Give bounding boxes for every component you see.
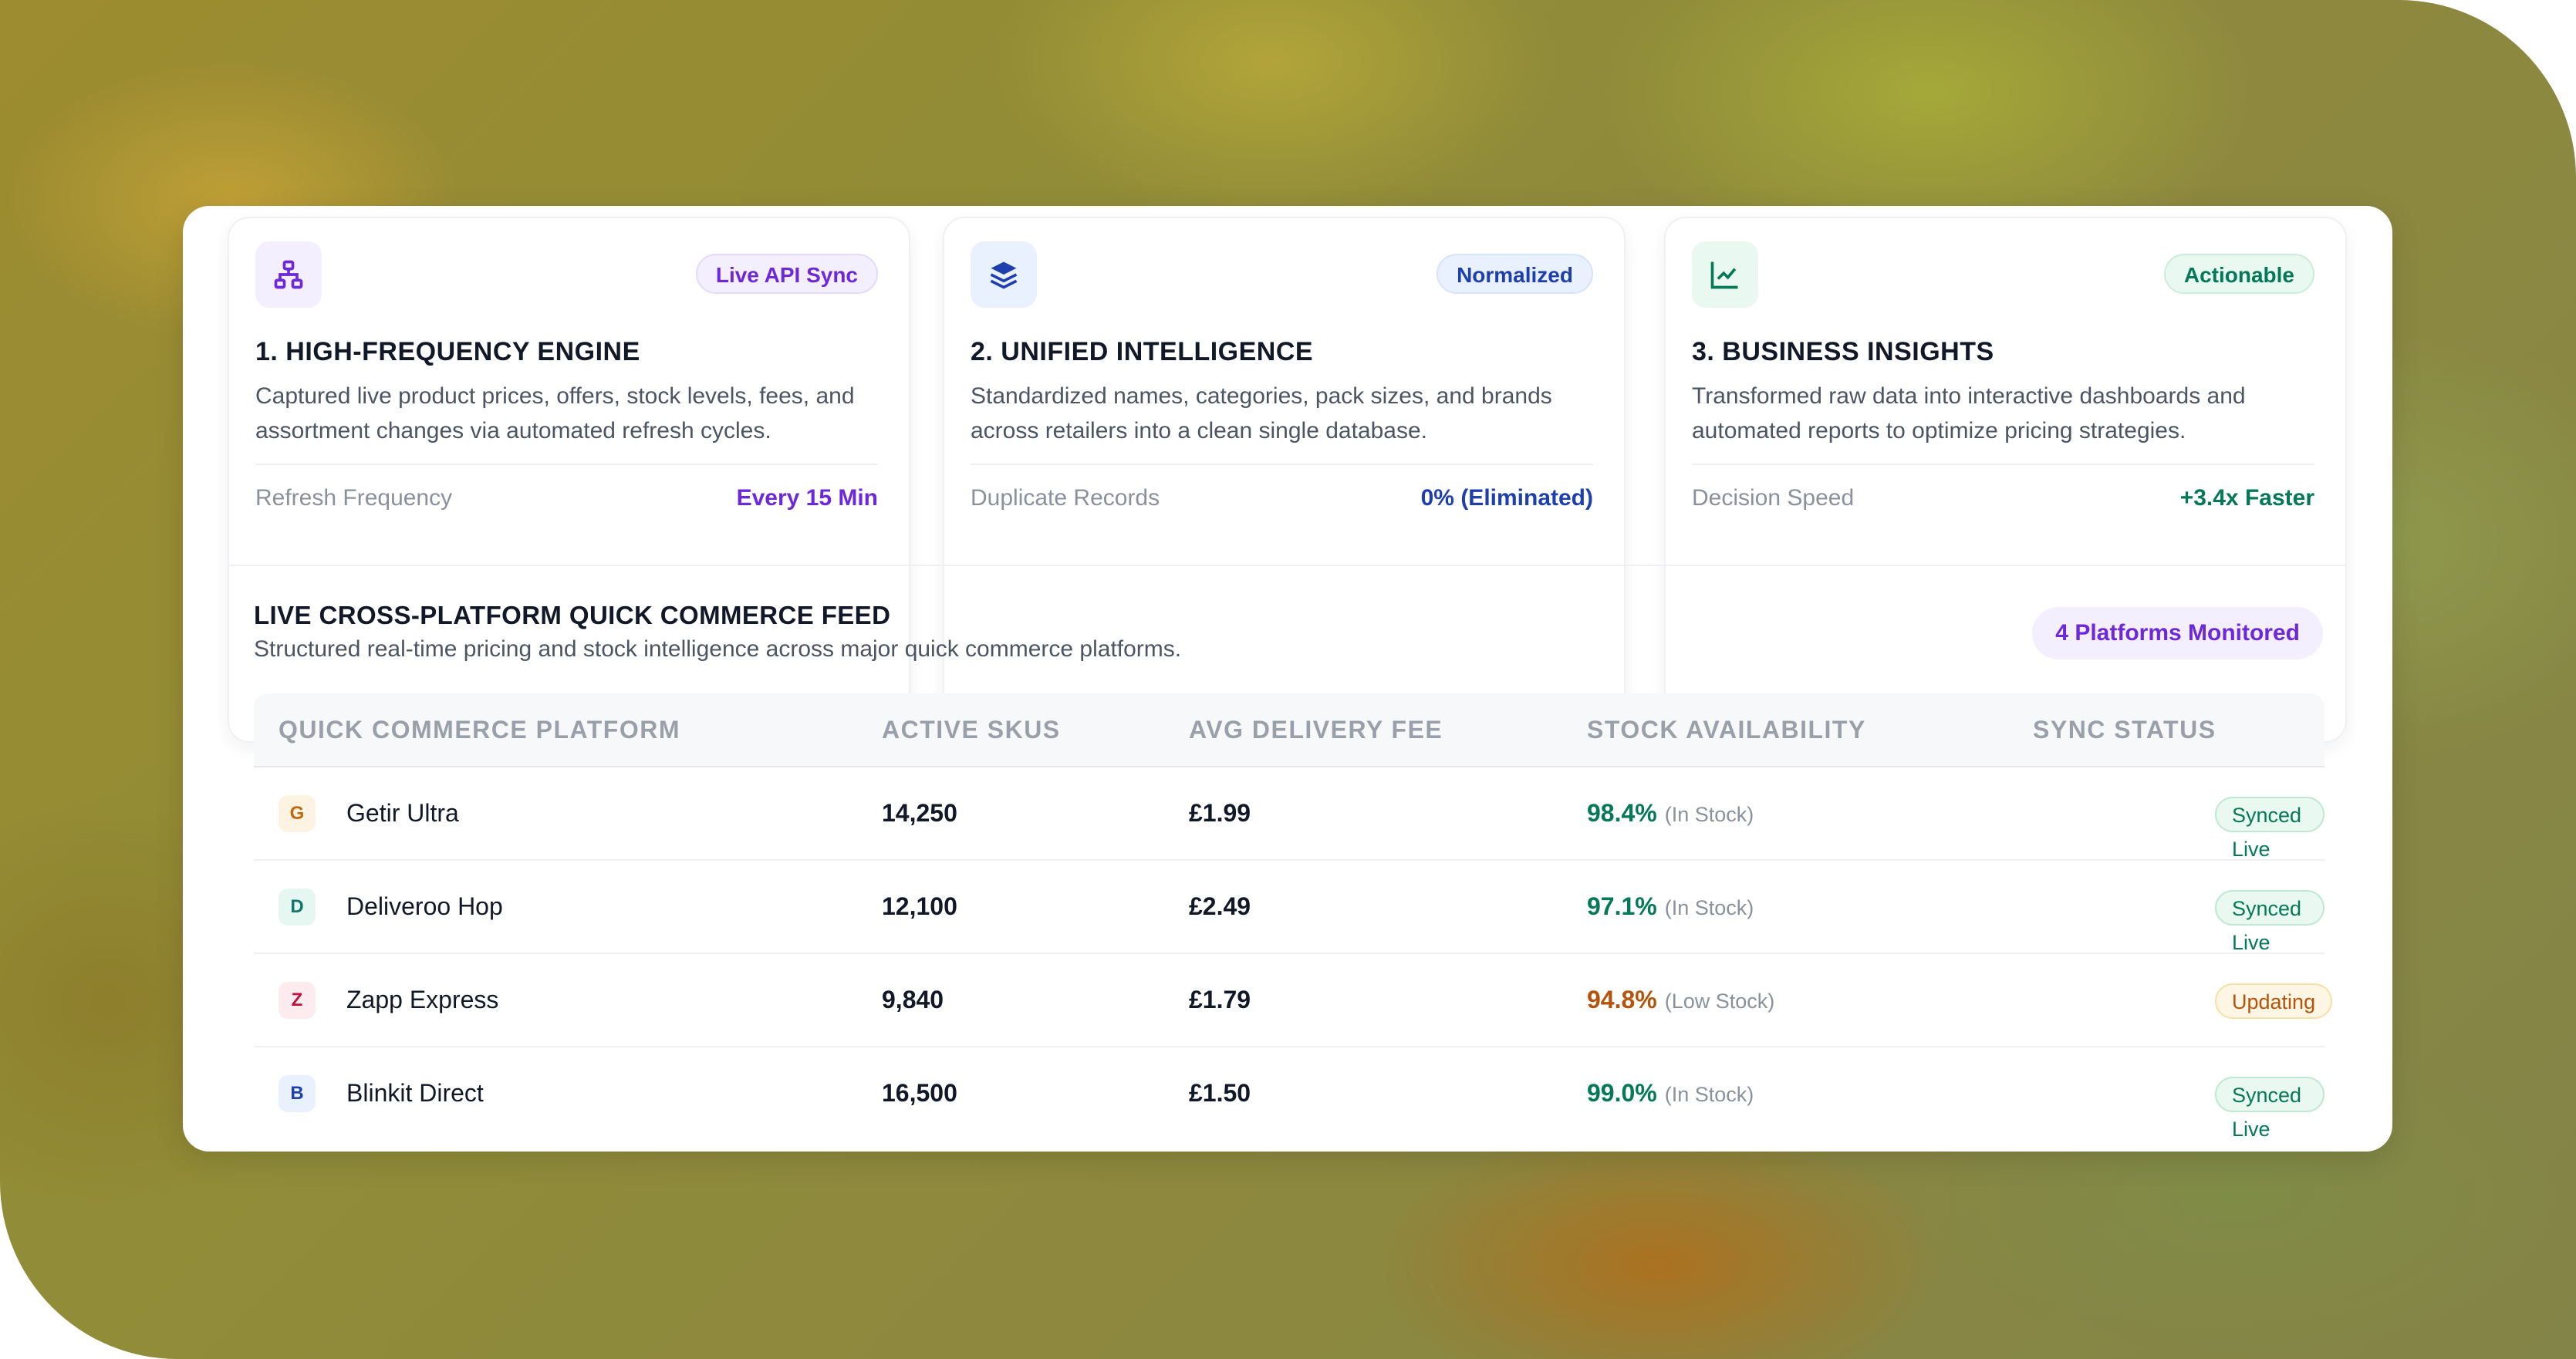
metric-value: +3.4x Faster — [2179, 485, 2314, 511]
status-badge: Live API Sync — [695, 254, 878, 294]
stock-note: (In Stock) — [1664, 803, 1754, 826]
dashboard-card: Live API Sync 1. HIGH-FREQUENCY ENGINE C… — [183, 206, 2392, 1152]
platform-initial-icon: B — [279, 1075, 316, 1112]
table-row[interactable]: D Deliveroo Hop 12,100 £2.49 97.1% (In St… — [254, 861, 2324, 954]
delivery-fee: £1.79 — [1189, 986, 1251, 1013]
active-skus: 12,100 — [882, 892, 957, 920]
stock-note: (Low Stock) — [1664, 990, 1775, 1013]
sync-status-badge: Synced Live — [2215, 1077, 2324, 1141]
layers-icon — [971, 241, 1037, 308]
platform-initial-icon: D — [279, 889, 316, 926]
platform-name: Zapp Express — [346, 986, 499, 1013]
feature-card-high-frequency: Live API Sync 1. HIGH-FREQUENCY ENGINE C… — [228, 217, 910, 743]
platform-name: Deliveroo Hop — [346, 892, 503, 920]
table-header: QUICK COMMERCE PLATFORM ACTIVE SKUS AVG … — [254, 693, 2324, 767]
status-badge: Actionable — [2163, 254, 2314, 294]
feature-description: Captured live product prices, offers, st… — [255, 383, 855, 443]
metric-label: Decision Speed — [1692, 485, 1855, 511]
status-badge: Normalized — [1437, 254, 1593, 294]
divider — [971, 464, 1593, 465]
stock-value: 99.0% — [1587, 1079, 1657, 1107]
platform-initial-icon: G — [279, 795, 316, 832]
column-header-platform: QUICK COMMERCE PLATFORM — [279, 716, 680, 744]
platform-name: Getir Ultra — [346, 799, 459, 827]
column-header-sync-status: SYNC STATUS — [2033, 716, 2216, 744]
stock-value: 98.4% — [1587, 799, 1657, 827]
delivery-fee: £1.99 — [1189, 799, 1251, 827]
column-header-skus: ACTIVE SKUS — [882, 716, 1061, 744]
chart-line-icon — [1692, 241, 1758, 308]
stock-availability: 99.0% (In Stock) — [1587, 1047, 1754, 1139]
delivery-fee: £1.50 — [1189, 1079, 1251, 1107]
metric-label: Refresh Frequency — [255, 485, 453, 511]
feature-card-business-insights: Actionable 3. BUSINESS INSIGHTS Transfor… — [1664, 217, 2347, 743]
divider — [255, 464, 878, 465]
feature-title: 1. HIGH-FREQUENCY ENGINE — [255, 337, 640, 366]
stock-availability: 97.1% (In Stock) — [1587, 861, 1754, 953]
feature-description: Standardized names, categories, pack siz… — [971, 383, 1552, 443]
column-header-delivery-fee: AVG DELIVERY FEE — [1189, 716, 1443, 744]
table-row[interactable]: Z Zapp Express 9,840 £1.79 94.8% (Low Sto… — [254, 954, 2333, 1047]
active-skus: 14,250 — [882, 799, 957, 827]
stock-availability: 98.4% (In Stock) — [1587, 767, 1754, 859]
sync-status-badge: Synced Live — [2215, 890, 2324, 954]
active-skus: 9,840 — [882, 986, 944, 1013]
network-icon — [255, 241, 322, 308]
section-divider — [228, 565, 2346, 566]
platforms-monitored-badge: 4 Platforms Monitored — [2032, 607, 2323, 659]
column-header-stock: STOCK AVAILABILITY — [1587, 716, 1866, 744]
feed-title: LIVE CROSS-PLATFORM QUICK COMMERCE FEED — [254, 601, 891, 629]
sync-status-badge: Synced Live — [2215, 797, 2324, 861]
stock-note: (In Stock) — [1664, 896, 1754, 919]
delivery-fee: £2.49 — [1189, 892, 1251, 920]
feature-title: 3. BUSINESS INSIGHTS — [1692, 337, 1994, 366]
table-row[interactable]: B Blinkit Direct 16,500 £1.50 99.0% (In S… — [254, 1047, 2324, 1141]
stock-availability: 94.8% (Low Stock) — [1587, 954, 1774, 1046]
table-row[interactable]: G Getir Ultra 14,250 £1.99 98.4% (In Stoc… — [254, 767, 2324, 861]
stock-note: (In Stock) — [1664, 1083, 1754, 1106]
stock-value: 97.1% — [1587, 892, 1657, 920]
feature-title: 2. UNIFIED INTELLIGENCE — [971, 337, 1314, 366]
feature-card-unified-intelligence: Normalized 2. UNIFIED INTELLIGENCE Stand… — [943, 217, 1626, 743]
feed-subtitle: Structured real-time pricing and stock i… — [254, 636, 1182, 662]
divider — [1692, 464, 2314, 465]
stock-value: 94.8% — [1587, 986, 1657, 1013]
platform-name: Blinkit Direct — [346, 1079, 484, 1107]
platform-initial-icon: Z — [279, 982, 316, 1019]
feature-description: Transformed raw data into interactive da… — [1692, 383, 2246, 443]
metric-label: Duplicate Records — [971, 485, 1160, 511]
metric-value: 0% (Eliminated) — [1420, 485, 1593, 511]
sync-status-badge: Updating — [2215, 983, 2333, 1019]
metric-value: Every 15 Min — [736, 485, 878, 511]
active-skus: 16,500 — [882, 1079, 957, 1107]
